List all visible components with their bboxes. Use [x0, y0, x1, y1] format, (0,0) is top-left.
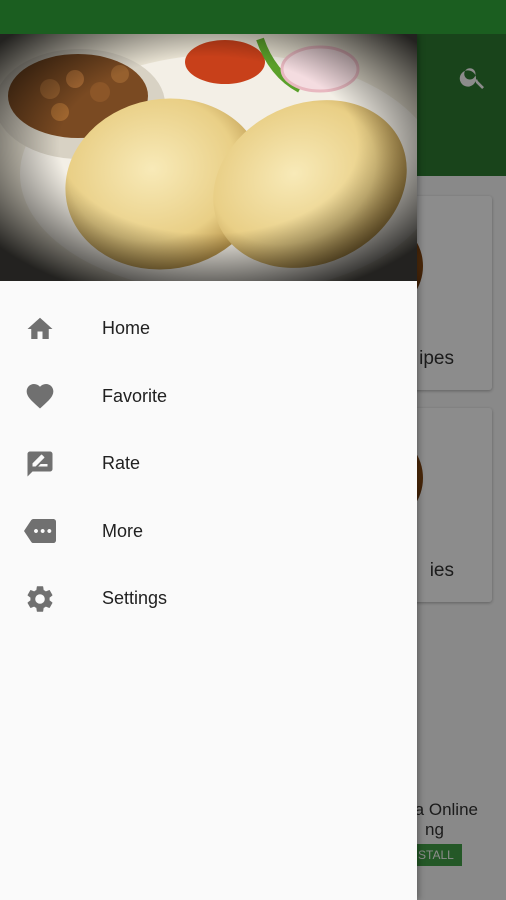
menu-item-home[interactable]: Home	[0, 295, 417, 363]
menu-item-label: Settings	[102, 588, 168, 609]
menu-item-settings[interactable]: Settings	[0, 565, 417, 633]
menu-item-label: Favorite	[102, 385, 168, 406]
menu-item-label: Rate	[102, 453, 141, 474]
drawer-menu: Home Favorite Rate More Settings	[0, 295, 417, 633]
home-icon	[24, 313, 56, 345]
status-bar	[0, 0, 506, 34]
menu-item-label: More	[102, 520, 144, 541]
menu-item-label: Home	[102, 318, 151, 339]
menu-item-favorite[interactable]: Favorite	[0, 363, 417, 431]
heart-icon	[24, 380, 56, 412]
food-photo	[0, 34, 417, 281]
menu-item-more[interactable]: More	[0, 498, 417, 566]
gear-icon	[24, 583, 56, 615]
more-tag-icon	[24, 515, 56, 547]
rate-review-icon	[24, 448, 56, 480]
drawer-header-image	[0, 34, 417, 281]
menu-item-rate[interactable]: Rate	[0, 430, 417, 498]
navigation-drawer: Home Favorite Rate More Settings	[0, 34, 417, 900]
